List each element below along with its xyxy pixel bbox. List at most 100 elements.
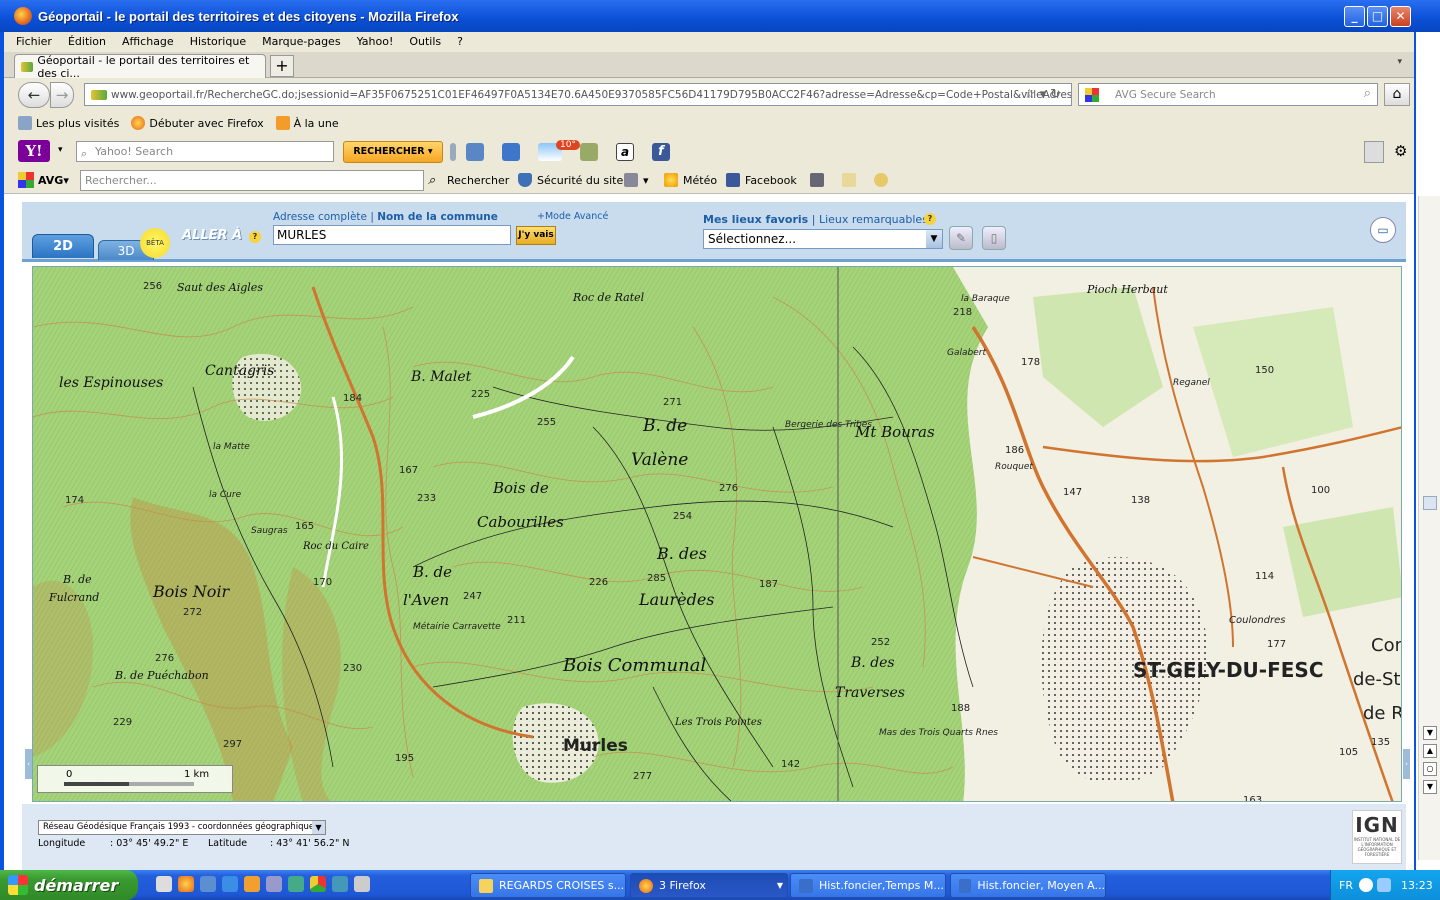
minimize-button[interactable]: _	[1344, 6, 1365, 27]
menu-affichage[interactable]: Affichage	[122, 35, 174, 48]
desktop-icon[interactable]	[156, 876, 172, 892]
help-icon[interactable]: ?	[249, 231, 261, 243]
search-input[interactable]: AVG Secure Search ⌕	[1078, 83, 1378, 106]
bookmark-plus-visites[interactable]: Les plus visités	[36, 117, 119, 130]
menu-edition[interactable]: Édition	[68, 35, 106, 48]
scroll-down-icon[interactable]: ▼	[1423, 726, 1437, 740]
yahoo-logo[interactable]: Y!	[18, 140, 50, 162]
spot-height: 252	[871, 637, 890, 648]
pan-left-handle[interactable]: ‹	[25, 749, 32, 779]
avg-rechercher-button[interactable]: ⌕ Rechercher	[428, 173, 509, 188]
amazon-icon[interactable]: a	[616, 143, 634, 161]
lieux-remarquables-link[interactable]: Lieux remarquables	[819, 213, 928, 226]
forward-button[interactable]: →	[50, 82, 74, 108]
ign-logo-subtitle: INSTITUT NATIONAL DE L'INFORMATION GÉOGR…	[1353, 837, 1401, 857]
map-canvas[interactable]: Saut des Aigles les Espinouses Cantagris…	[33, 267, 1402, 802]
bookmark-debuter[interactable]: Débuter avec Firefox	[149, 117, 263, 130]
network-tray-icon[interactable]	[1377, 878, 1391, 892]
chrome-icon[interactable]	[310, 876, 326, 892]
menu-historique[interactable]: Historique	[190, 35, 246, 48]
chevron-down-icon[interactable]: ▼	[312, 821, 325, 834]
bookmark-a-la-une[interactable]: À la une	[294, 117, 339, 130]
page-scrollbar[interactable]: ▼ ▲ ○ ▼	[1418, 196, 1440, 860]
mail-icon[interactable]	[502, 143, 520, 161]
avg-search-input[interactable]: Rechercher...	[80, 170, 424, 191]
yahoo-search-button[interactable]: RECHERCHER ▾	[343, 141, 443, 163]
scale-km: 1 km	[184, 769, 210, 780]
bookmarks-icon[interactable]	[466, 143, 484, 161]
menu-yahoo[interactable]: Yahoo!	[357, 35, 394, 48]
tab-2d[interactable]: 2D	[32, 234, 94, 258]
trash-tool-button[interactable]: ▯	[982, 226, 1006, 250]
help-icon[interactable]: ?	[924, 213, 936, 225]
avg-securite-button[interactable]: Sécurité du site	[518, 173, 623, 187]
maximize-button[interactable]: □	[1367, 6, 1388, 27]
app-icon[interactable]	[354, 876, 370, 892]
tray-arrow-icon[interactable]	[1359, 878, 1373, 892]
yahoo-menu-chevron-icon[interactable]: ▾	[58, 145, 63, 155]
taskbar-item[interactable]: 3 Firefox ▼	[630, 873, 788, 898]
tab-geoportail[interactable]: Géoportail - le portail des territoires …	[14, 54, 266, 80]
scroll-up-icon[interactable]: ▲	[1423, 744, 1437, 758]
url-bar[interactable]: www.geoportail.fr/RechercheGC.do;jsessio…	[84, 83, 1072, 106]
scroll-down-icon[interactable]: ▼	[1423, 780, 1437, 794]
gear-icon[interactable]: ⚙	[1394, 142, 1407, 160]
mes-lieux-link[interactable]: Mes lieux favoris	[703, 213, 808, 226]
jy-vais-button[interactable]: J'y vais	[516, 226, 556, 245]
app-icon[interactable]	[244, 876, 260, 892]
notepad-button[interactable]	[842, 173, 861, 187]
ign-logo[interactable]: IGN INSTITUT NATIONAL DE L'INFORMATION G…	[1352, 810, 1402, 864]
menu-fichier[interactable]: Fichier	[16, 35, 52, 48]
menu-marque-pages[interactable]: Marque-pages	[262, 35, 340, 48]
avg-logo[interactable]: AVG ▾	[18, 172, 69, 188]
home-button[interactable]: ⌂	[1384, 83, 1410, 106]
menu-outils[interactable]: Outils	[409, 35, 441, 48]
avg-meteo-button[interactable]: Météo	[664, 173, 717, 187]
new-tab-button[interactable]: +	[270, 55, 294, 77]
fullscreen-button[interactable]: ▭	[1370, 217, 1396, 243]
bookmark-star-icon[interactable]: ☆▾↻	[1024, 87, 1065, 102]
projection-select[interactable]: Réseau Géodésique Français 1993 - coordo…	[38, 820, 326, 835]
close-button[interactable]: ✕	[1390, 6, 1411, 27]
firefox-icon	[639, 878, 653, 893]
site-identity-icon[interactable]	[91, 90, 107, 100]
magnifier-button[interactable]	[874, 173, 893, 187]
taskbar-item[interactable]: Hist.foncier, Moyen A...	[950, 873, 1106, 898]
language-indicator[interactable]: FR	[1339, 879, 1353, 892]
taskbar-item[interactable]: REGARDS CROISES s...	[470, 873, 626, 898]
start-button[interactable]: démarrer	[0, 870, 138, 900]
map-label: de R	[1363, 703, 1402, 724]
title-bar[interactable]: Géoportail - le portail des territoires …	[0, 0, 1440, 32]
scrollbar-thumb[interactable]	[1423, 496, 1437, 510]
app-icon[interactable]	[332, 876, 348, 892]
tab-list-icon[interactable]: ▾	[1397, 57, 1402, 67]
scroll-middle-icon[interactable]: ○	[1423, 762, 1437, 776]
toolbar-menu-button[interactable]	[1364, 141, 1384, 163]
trash-button[interactable]: ▾	[624, 173, 649, 187]
calculator-button[interactable]	[810, 173, 829, 187]
app-icon[interactable]	[288, 876, 304, 892]
avg-search-engine-icon[interactable]	[1085, 88, 1099, 102]
search-icon[interactable]: ⌕	[1364, 86, 1371, 101]
pin-tool-button[interactable]: ✎	[949, 226, 973, 250]
adresse-complete-link[interactable]: Adresse complète	[273, 211, 367, 223]
firefox-icon[interactable]	[178, 876, 194, 892]
nom-commune-link[interactable]: Nom de la commune	[377, 211, 498, 223]
favorites-select[interactable]: Sélectionnez... ▼	[703, 229, 943, 249]
spot-height: 147	[1063, 487, 1082, 498]
yahoo-search-input[interactable]: ⌕ Yahoo! Search	[76, 141, 334, 162]
pan-right-handle[interactable]: ›	[1403, 749, 1410, 779]
mode-avance-link[interactable]: +Mode Avancé	[537, 211, 608, 222]
facebook-icon[interactable]: f	[652, 143, 670, 161]
avg-facebook-button[interactable]: Facebook	[726, 173, 797, 187]
back-button[interactable]: ←	[18, 82, 50, 108]
network-icon[interactable]	[200, 876, 216, 892]
taskbar-item[interactable]: Hist.foncier,Temps M...	[790, 873, 946, 898]
ie-icon[interactable]	[222, 876, 238, 892]
media-icon[interactable]	[266, 876, 282, 892]
chevron-down-icon[interactable]: ▼	[926, 230, 942, 248]
commune-search-input[interactable]: MURLES	[273, 225, 511, 245]
games-icon[interactable]	[580, 143, 598, 161]
menu-help[interactable]: ?	[457, 35, 463, 48]
topographic-map[interactable]: Saut des Aigles les Espinouses Cantagris…	[32, 266, 1402, 802]
